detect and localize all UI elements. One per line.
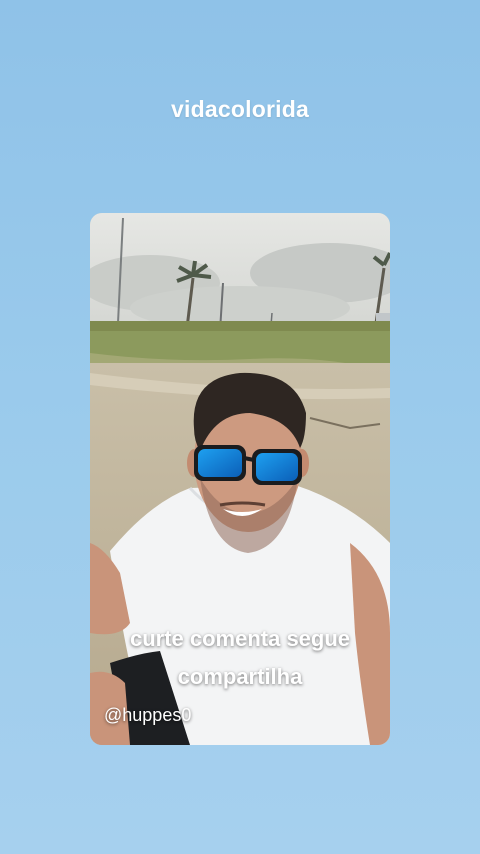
caption-line-1: curte comenta segue: [129, 626, 351, 651]
caption-line-2: compartilha: [177, 664, 303, 689]
story-title: vidacolorida: [171, 96, 309, 122]
story-video-card[interactable]: curte comenta segue compartilha @huppes0: [90, 213, 390, 745]
user-handle-sticker[interactable]: @huppes0: [104, 705, 191, 726]
